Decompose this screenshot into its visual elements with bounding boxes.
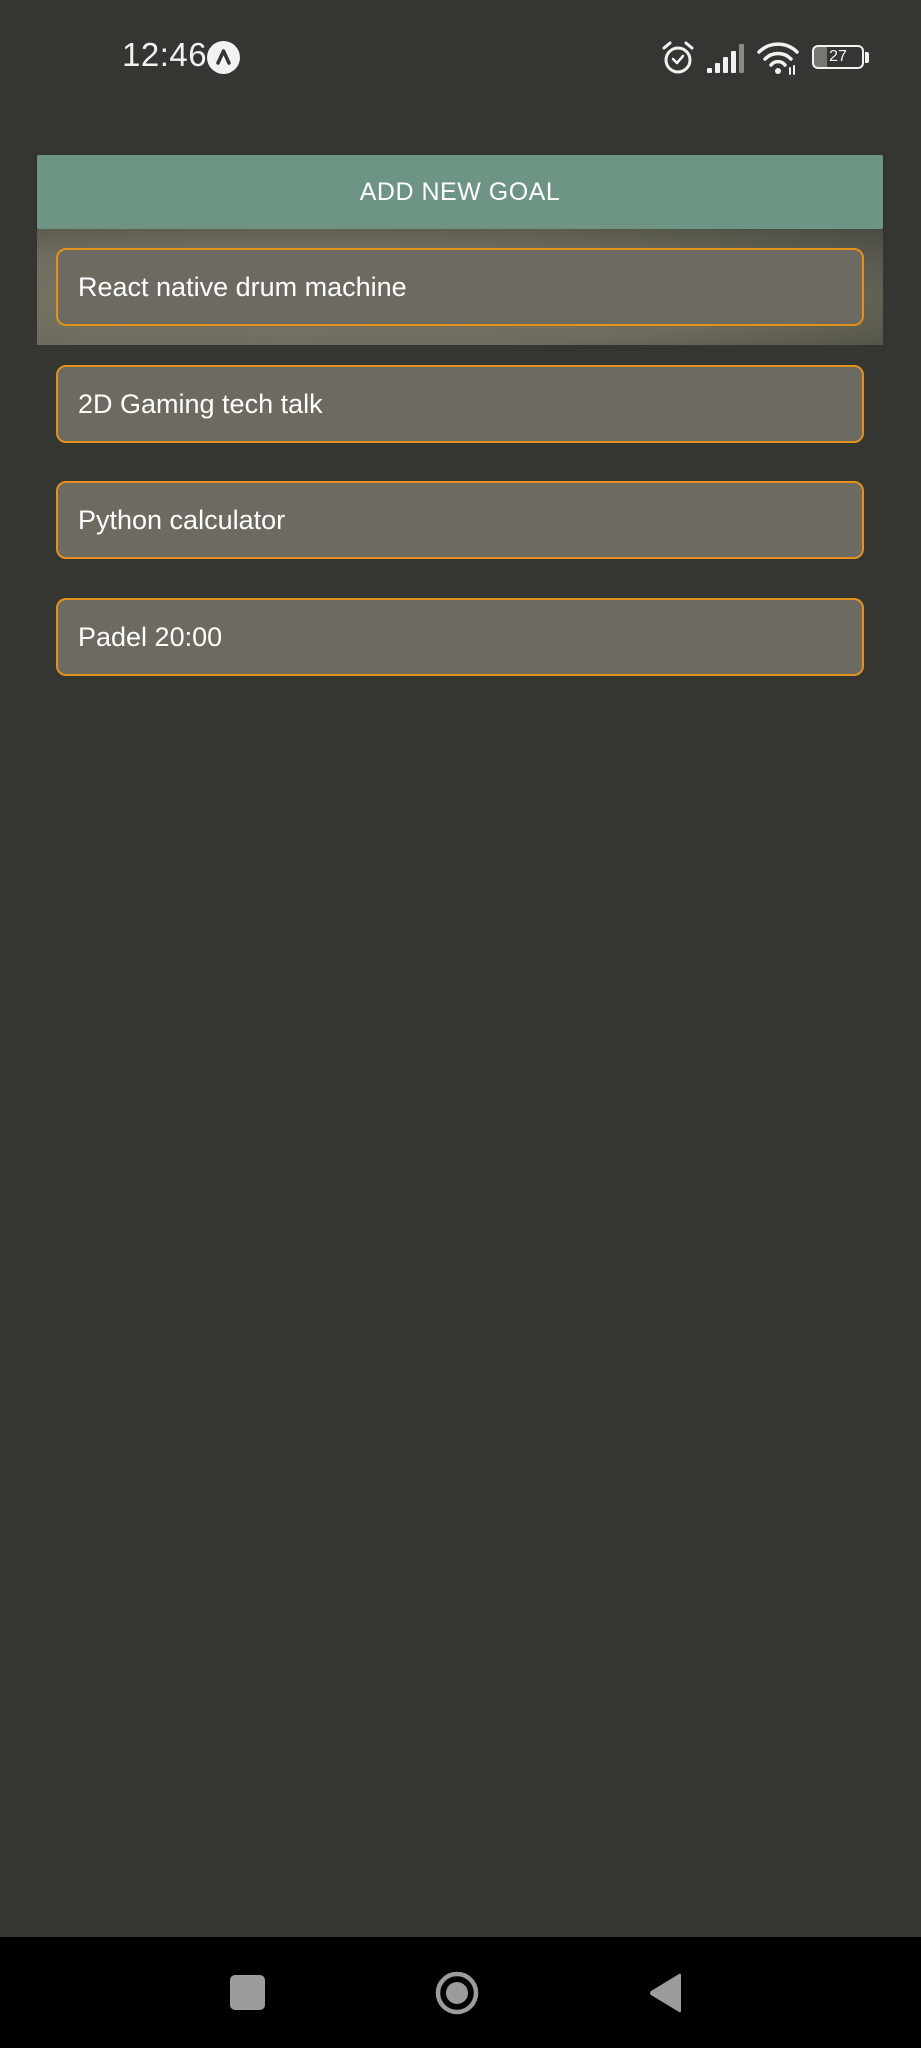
goal-item[interactable]: Python calculator bbox=[56, 481, 864, 559]
goal-item[interactable]: Padel 20:00 bbox=[56, 598, 864, 676]
status-time: 12:46 bbox=[122, 36, 208, 73]
screen: 12:46 27 ADD NEW GOAL React native drum … bbox=[0, 0, 921, 2048]
battery-percent: 27 bbox=[829, 48, 847, 65]
goal-item[interactable]: 2D Gaming tech talk bbox=[56, 365, 864, 443]
status-bar: 12:46 27 bbox=[0, 0, 921, 115]
navigation-bar bbox=[0, 1937, 921, 2048]
recents-icon[interactable] bbox=[230, 1975, 265, 2010]
back-icon[interactable] bbox=[648, 1972, 684, 2014]
battery-icon: 27 bbox=[812, 45, 864, 69]
home-icon[interactable] bbox=[434, 1970, 480, 2016]
alarm-icon bbox=[662, 41, 694, 74]
wifi-icon bbox=[757, 42, 799, 75]
goal-item[interactable]: React native drum machine bbox=[56, 248, 864, 326]
add-new-goal-button[interactable]: ADD NEW GOAL bbox=[37, 155, 883, 229]
battery-cap bbox=[865, 52, 869, 63]
signal-icon bbox=[707, 44, 744, 73]
app-badge-icon bbox=[207, 41, 240, 74]
